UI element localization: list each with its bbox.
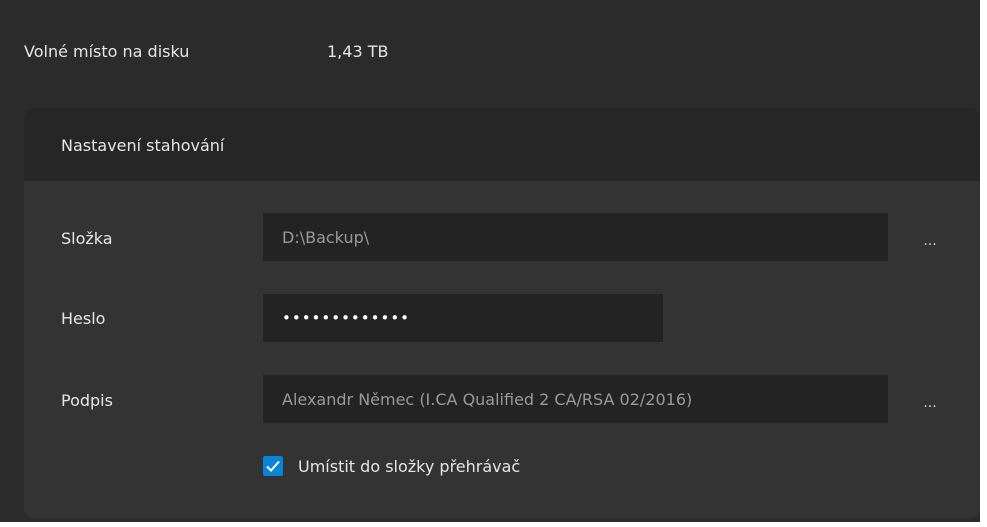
- password-field[interactable]: •••••••••••••: [263, 294, 663, 342]
- signature-field[interactable]: Alexandr Němec (I.CA Qualified 2 CA/RSA …: [263, 375, 888, 423]
- folder-browse-button[interactable]: ...: [915, 226, 945, 256]
- check-icon: [266, 460, 280, 472]
- disk-space-value: 1,43 TB: [327, 42, 389, 61]
- signature-label: Podpis: [61, 391, 113, 410]
- download-settings-header: Nastavení stahování: [24, 108, 980, 181]
- signature-browse-button[interactable]: ...: [915, 388, 945, 418]
- folder-label: Složka: [61, 229, 113, 248]
- player-folder-checkbox[interactable]: [263, 456, 283, 476]
- settings-window: Volné místo na disku 1,43 TB Nastavení s…: [0, 0, 980, 522]
- player-folder-checkbox-label[interactable]: Umístit do složky přehrávač: [298, 457, 520, 476]
- player-folder-option[interactable]: Umístit do složky přehrávač: [263, 456, 520, 476]
- disk-space-row: Volné místo na disku 1,43 TB: [0, 0, 980, 100]
- download-settings-title: Nastavení stahování: [61, 136, 225, 155]
- password-label: Heslo: [61, 309, 106, 328]
- disk-space-label: Volné místo na disku: [24, 42, 190, 61]
- folder-field[interactable]: D:\Backup\: [263, 213, 888, 261]
- download-settings-panel: Nastavení stahování Složka D:\Backup\ ..…: [24, 108, 980, 518]
